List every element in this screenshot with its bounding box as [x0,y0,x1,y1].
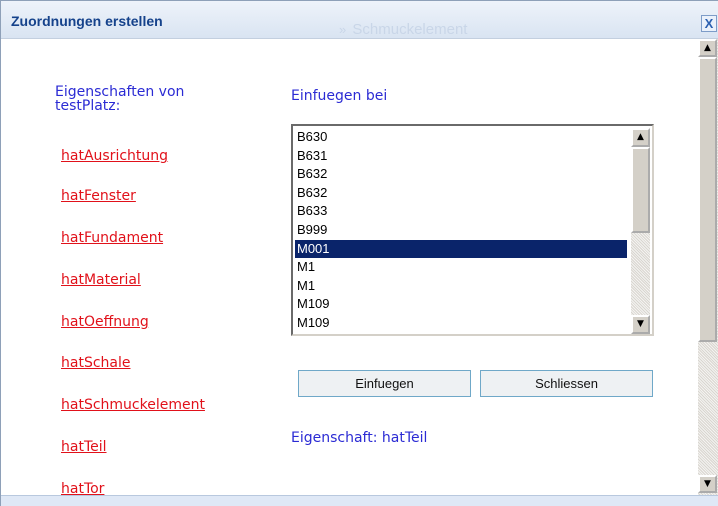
property-link-hatMaterial[interactable]: hatMaterial [61,272,141,288]
list-option[interactable]: B632 [295,184,627,203]
list-option-selected[interactable]: M001 [295,239,627,259]
dialog-window: Zuordnungen erstellen » Schmuckelement X… [0,0,718,506]
insert-at-label: Einfuegen bei [291,88,388,104]
list-option[interactable]: B999 [295,221,627,240]
scroll-down-arrow-icon[interactable]: ▼ [698,475,717,493]
dialog-bottom-edge [1,495,718,506]
close-button[interactable]: X [701,15,717,32]
list-option[interactable]: B630 [295,128,627,147]
listbox-scrollbar[interactable]: ▲ ▼ [631,128,650,334]
property-link-hatFenster[interactable]: hatFenster [61,188,136,204]
insert-button[interactable]: Einfuegen [298,370,471,397]
listbox-scroll-thumb[interactable] [631,147,650,233]
status-text: Eigenschaft: hatTeil [291,430,428,446]
listbox-options: B630 B631 B632 B632 B633 B999 M001 M1 M1… [295,128,627,334]
property-link-hatSchale[interactable]: hatSchale [61,355,130,371]
scroll-up-arrow-icon[interactable]: ▲ [698,39,717,57]
scroll-down-arrow-icon[interactable]: ▼ [631,315,650,334]
property-link-hatAusrichtung[interactable]: hatAusrichtung [61,148,168,164]
dialog-titlebar[interactable]: Zuordnungen erstellen » Schmuckelement X [1,1,718,39]
property-link-hatFundament[interactable]: hatFundament [61,230,163,246]
close-dialog-button[interactable]: Schliessen [480,370,653,397]
double-chevron-icon: » [339,22,347,37]
property-link-hatTeil[interactable]: hatTeil [61,439,107,455]
dialog-title: Zuordnungen erstellen [11,13,163,29]
properties-header: Eigenschaften von testPlatz: [55,84,185,114]
property-link-hatOeffnung[interactable]: hatOeffnung [61,314,149,330]
property-link-hatTor[interactable]: hatTor [61,481,104,495]
list-option[interactable]: B631 [295,147,627,166]
list-option[interactable]: M1 [295,277,627,296]
dialog-content: Eigenschaften von testPlatz: hatAusricht… [11,39,697,495]
property-link-hatSchmuckelement[interactable]: hatSchmuckelement [61,397,205,413]
list-option[interactable]: B632 [295,165,627,184]
list-option[interactable]: M109 [295,314,627,333]
background-window-title: » Schmuckelement [339,21,467,38]
list-option[interactable]: B633 [295,202,627,221]
dialog-scroll-thumb[interactable] [698,57,717,342]
insert-position-listbox[interactable]: B630 B631 B632 B632 B633 B999 M001 M1 M1… [291,124,654,336]
background-title-text: Schmuckelement [352,21,468,38]
scroll-up-arrow-icon[interactable]: ▲ [631,128,650,147]
close-icon: X [704,16,714,31]
list-option[interactable]: M109 [295,295,627,314]
dialog-scrollbar[interactable]: ▲ ▼ [698,39,718,495]
list-option[interactable]: M1 [295,258,627,277]
